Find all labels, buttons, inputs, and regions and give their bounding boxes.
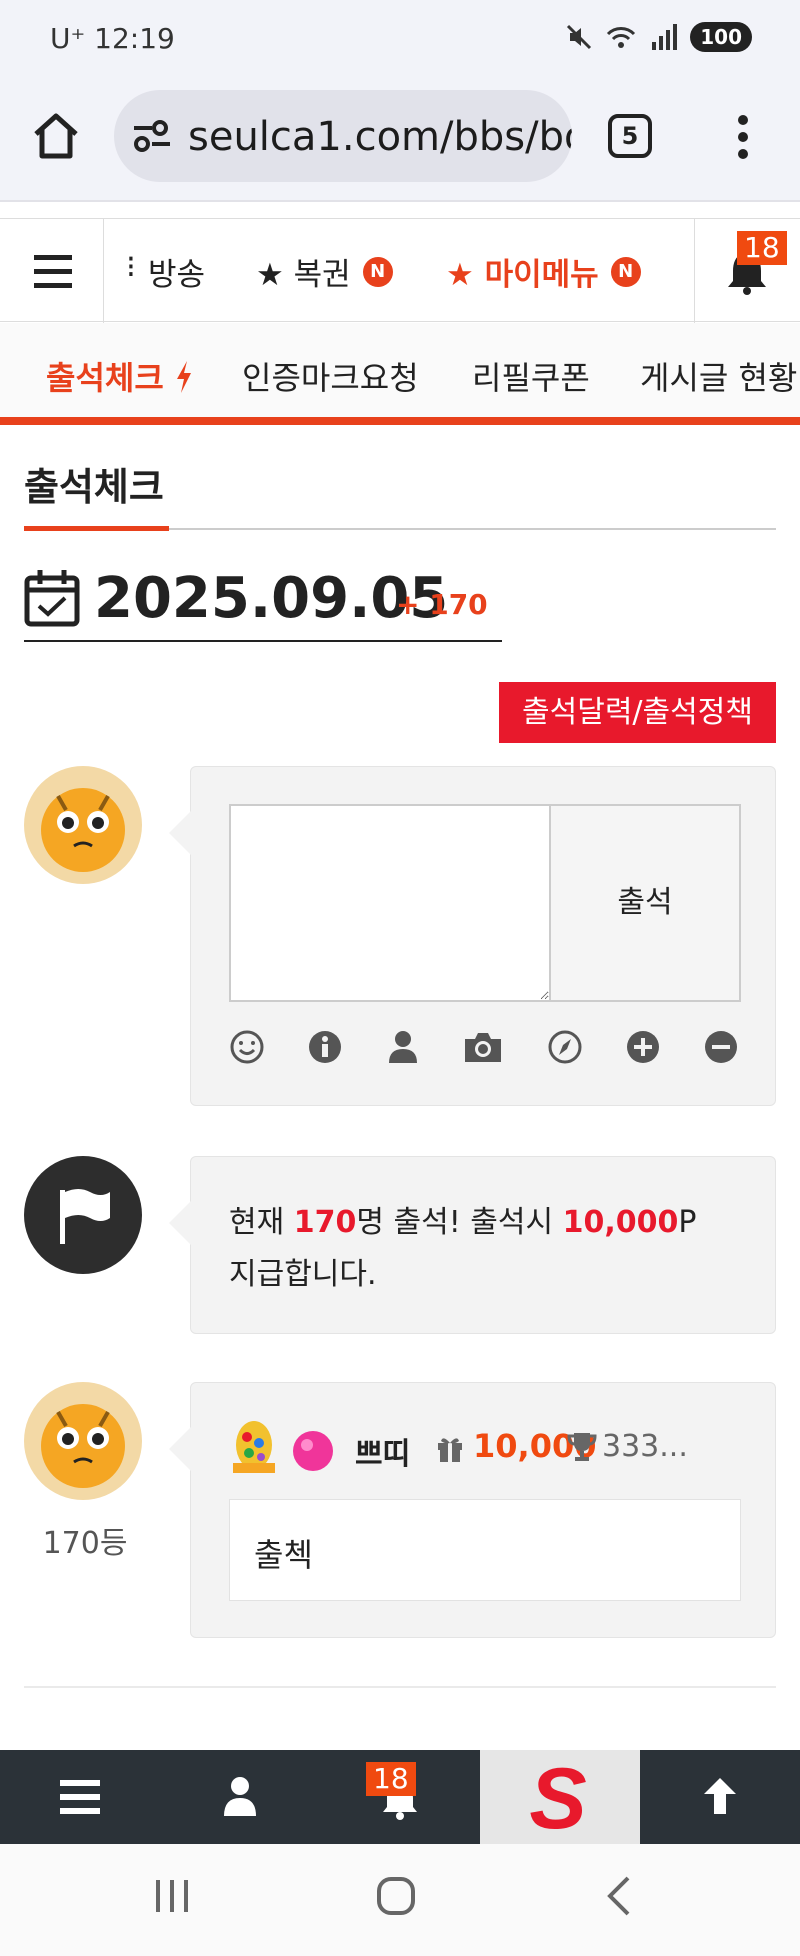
notification-count-badge: 18 — [366, 1762, 416, 1796]
bottom-notification-button[interactable]: 18 — [320, 1750, 480, 1844]
reward-points: 10,000 — [562, 1205, 679, 1240]
nav-item-label: 방송 — [148, 257, 206, 293]
page-title: 출석체크 — [24, 465, 164, 509]
smile-icon[interactable] — [229, 1029, 265, 1065]
notice-text: 현재 170명 출석! 출석시 10,000P 지급합니다. — [229, 1205, 697, 1292]
divider — [24, 1686, 776, 1688]
attendee-count: 170 — [293, 1205, 357, 1240]
wifi-icon — [607, 27, 636, 48]
nav-item-lottery[interactable]: ★ 복권 N — [256, 249, 393, 294]
editor-toolbar — [229, 1029, 737, 1069]
info-icon[interactable] — [307, 1029, 343, 1065]
nav-item-cut-fragment: ⁝ — [126, 249, 136, 285]
nav-item-label: ★ 복권 — [256, 257, 351, 293]
scroll-top-button[interactable] — [640, 1750, 800, 1844]
home-nav-icon[interactable] — [376, 1876, 416, 1916]
nav-item-broadcast[interactable]: 방송 — [148, 249, 205, 294]
candy-icon — [293, 1431, 333, 1471]
attend-submit-button[interactable]: 출석 — [549, 804, 741, 1002]
browser-toolbar: seulca1.com/bbs/bo 5 — [0, 80, 800, 202]
site-logo[interactable]: S — [480, 1750, 640, 1844]
comment-text: 출첵 — [254, 1536, 313, 1574]
tab-switcher-button[interactable]: 5 — [608, 114, 652, 158]
attendance-notice: 현재 170명 출석! 출석시 10,000P 지급합니다. — [169, 1156, 776, 1334]
rank-label: 170등 — [42, 1526, 128, 1561]
tab-post-status[interactable]: 게시글 현황 — [640, 353, 797, 399]
battery-indicator: 100 — [690, 22, 752, 52]
menu-icon — [60, 1780, 100, 1814]
gift-icon — [438, 1438, 462, 1462]
user-icon[interactable] — [385, 1029, 421, 1065]
nav-item-label: ★ 마이메뉴 — [446, 257, 599, 293]
sub-nav: 출석체크 인증마크요청 리필쿠폰 게시글 현황 — [0, 323, 800, 425]
notification-button[interactable]: 18 — [694, 219, 800, 323]
menu-icon[interactable] — [0, 219, 104, 323]
camera-icon[interactable] — [463, 1029, 503, 1065]
recents-icon[interactable] — [152, 1876, 192, 1916]
attend-comment-input[interactable] — [229, 804, 551, 1002]
attend-form: 출석 — [169, 766, 776, 1106]
mute-icon — [567, 24, 592, 50]
username[interactable]: 쁘띠 — [355, 1429, 410, 1473]
title-underline — [24, 526, 169, 531]
url-text: seulca1.com/bbs/bo — [188, 114, 572, 160]
tab-cert-mark[interactable]: 인증마크요청 — [242, 353, 419, 399]
minus-circle-icon[interactable] — [703, 1029, 739, 1065]
flag-avatar — [24, 1156, 142, 1274]
avatar — [24, 1382, 142, 1500]
bottom-profile-button[interactable] — [160, 1750, 320, 1844]
home-icon[interactable] — [30, 110, 82, 162]
attendance-entry: 쁘띠 10,000 333... 출첵 — [169, 1382, 776, 1638]
signal-icon — [652, 24, 678, 50]
tab-label: 출석체크 — [46, 359, 164, 397]
trophy-value: 333... — [602, 1429, 688, 1464]
compass-icon[interactable] — [547, 1029, 583, 1065]
nav-item-mymenu[interactable]: ★ 마이메뉴 N — [446, 249, 641, 294]
status-bar: U⁺ 12:19 100 — [0, 0, 800, 80]
top-nav-items: ⁝ 방송 ★ 복권 N ★ 마이메뉴 N — [104, 219, 694, 323]
trophy-icon — [567, 1433, 597, 1461]
status-time: U⁺ 12:19 — [50, 22, 175, 55]
entry-header: 쁘띠 10,000 333... — [227, 1419, 747, 1479]
new-badge: N — [362, 256, 393, 287]
site-top-nav: ⁝ 방송 ★ 복권 N ★ 마이메뉴 N 18 — [0, 218, 800, 323]
attendance-count: + 170 — [396, 588, 488, 621]
bottom-menu-button[interactable] — [0, 1750, 160, 1844]
entry-comment: 출첵 — [229, 1499, 741, 1601]
more-menu-icon[interactable] — [730, 114, 756, 160]
arrow-up-icon — [704, 1778, 736, 1814]
back-icon[interactable] — [604, 1876, 634, 1916]
plus-circle-icon[interactable] — [625, 1029, 661, 1065]
attendance-policy-button[interactable]: 출석달력/출석정책 — [499, 682, 776, 743]
logo-s-icon: S — [529, 1758, 586, 1836]
site-settings-icon[interactable] — [132, 118, 172, 154]
level-egg-icon — [233, 1421, 275, 1473]
flag-icon — [60, 1189, 110, 1244]
tab-refill-coupon[interactable]: 리필쿠폰 — [472, 353, 590, 399]
lightning-icon — [176, 361, 191, 393]
new-badge: N — [610, 256, 641, 287]
system-nav-bar — [0, 1844, 800, 1956]
date-row: 2025.09.05 + 170 — [24, 562, 502, 642]
avatar — [24, 766, 142, 884]
calendar-check-icon — [24, 570, 80, 627]
notification-count-badge: 18 — [737, 231, 787, 265]
svg-text:S: S — [529, 1758, 586, 1836]
user-icon — [224, 1777, 256, 1816]
tab-attendance[interactable]: 출석체크 — [46, 353, 193, 399]
bottom-toolbar: 18 S — [0, 1750, 800, 1844]
address-bar[interactable]: seulca1.com/bbs/bo — [114, 90, 572, 182]
